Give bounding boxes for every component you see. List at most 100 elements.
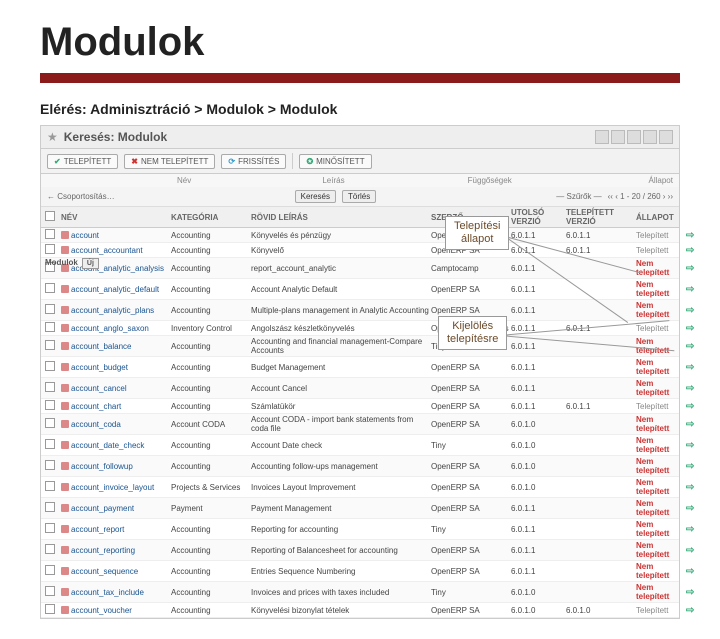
install-arrow-icon[interactable]: ⇨ (686, 524, 702, 535)
install-arrow-icon[interactable]: ⇨ (686, 383, 702, 394)
install-arrow-icon[interactable]: ⇨ (686, 587, 702, 598)
row-checkbox[interactable] (45, 322, 55, 332)
table-row[interactable]: account_analytic_analysisAccountingrepor… (41, 258, 679, 279)
tool-icon[interactable] (627, 130, 641, 144)
star-icon[interactable]: ★ (47, 130, 58, 144)
tool-icon[interactable] (611, 130, 625, 144)
table-row[interactable]: account_voucherAccountingKönyvelési bizo… (41, 603, 679, 618)
tool-icon[interactable] (595, 130, 609, 144)
row-checkbox[interactable] (45, 361, 55, 371)
install-arrow-icon[interactable]: ⇨ (686, 341, 702, 352)
row-checkbox[interactable] (45, 460, 55, 470)
row-checkbox[interactable] (45, 604, 55, 614)
install-arrow-icon[interactable]: ⇨ (686, 566, 702, 577)
table-row[interactable]: account_analytic_defaultAccountingAccoun… (41, 279, 679, 300)
group-label[interactable]: ← Csoportosítás… (47, 192, 115, 201)
module-name[interactable]: account_analytic_plans (61, 306, 171, 315)
module-name[interactable]: account_balance (61, 342, 171, 351)
category-cell: Accounting (171, 567, 251, 576)
install-arrow-icon[interactable]: ⇨ (686, 605, 702, 616)
install-arrow-icon[interactable]: ⇨ (686, 323, 702, 334)
table-row[interactable]: account_invoice_layoutProjects & Service… (41, 477, 679, 498)
module-name[interactable]: account_cancel (61, 384, 171, 393)
install-arrow-icon[interactable]: ⇨ (686, 461, 702, 472)
search-button[interactable]: Keresés (295, 190, 336, 203)
module-name[interactable]: account_chart (61, 402, 171, 411)
install-arrow-icon[interactable]: ⇨ (686, 230, 702, 241)
module-name[interactable]: account_anglo_saxon (61, 324, 171, 333)
filter-not-installed[interactable]: ✖NEM TELEPÍTETT (124, 154, 215, 169)
module-name[interactable]: account_date_check (61, 441, 171, 450)
module-name[interactable]: account_sequence (61, 567, 171, 576)
module-name[interactable]: account (61, 231, 171, 240)
new-button[interactable]: Új (82, 258, 99, 269)
row-checkbox[interactable] (45, 244, 55, 254)
row-checkbox[interactable] (45, 586, 55, 596)
row-checkbox[interactable] (45, 304, 55, 314)
filter-installed[interactable]: ✔TELEPÍTETT (47, 154, 118, 169)
table-row[interactable]: account_codaAccount CODAAccount CODA - i… (41, 414, 679, 435)
row-checkbox[interactable] (45, 544, 55, 554)
module-name[interactable]: account_analytic_default (61, 285, 171, 294)
desc-cell: Invoices Layout Improvement (251, 483, 431, 492)
tool-icon[interactable] (643, 130, 657, 144)
module-name[interactable]: account_tax_include (61, 588, 171, 597)
module-name[interactable]: account_budget (61, 363, 171, 372)
select-all-checkbox[interactable] (45, 211, 55, 221)
table-row[interactable]: account_followupAccountingAccounting fol… (41, 456, 679, 477)
clear-button[interactable]: Törlés (342, 190, 376, 203)
install-arrow-icon[interactable]: ⇨ (686, 263, 702, 274)
tool-icon[interactable] (659, 130, 673, 144)
pager[interactable]: ‹‹ ‹ 1 - 20 / 260 › ›› (608, 192, 673, 201)
install-arrow-icon[interactable]: ⇨ (686, 482, 702, 493)
row-checkbox[interactable] (45, 382, 55, 392)
status-cell: Nem telepített (636, 436, 686, 454)
module-name[interactable]: account_payment (61, 504, 171, 513)
table-row[interactable]: account_date_checkAccountingAccount Date… (41, 435, 679, 456)
install-arrow-icon[interactable]: ⇨ (686, 362, 702, 373)
row-checkbox[interactable] (45, 340, 55, 350)
module-name[interactable]: account_accountant (61, 246, 171, 255)
install-arrow-icon[interactable]: ⇨ (686, 305, 702, 316)
install-arrow-icon[interactable]: ⇨ (686, 545, 702, 556)
install-arrow-icon[interactable]: ⇨ (686, 419, 702, 430)
row-checkbox[interactable] (45, 418, 55, 428)
install-arrow-icon[interactable]: ⇨ (686, 245, 702, 256)
install-arrow-icon[interactable]: ⇨ (686, 401, 702, 412)
row-checkbox[interactable] (45, 283, 55, 293)
table-row[interactable]: account_tax_includeAccountingInvoices an… (41, 582, 679, 603)
table-row[interactable]: account_reportAccountingReporting for ac… (41, 519, 679, 540)
table-row[interactable]: account_accountantAccountingKönyvelőOpen… (41, 243, 679, 258)
desc-cell: Accounting follow-ups management (251, 462, 431, 471)
table-row[interactable]: account_chartAccountingSzámlatükörOpenER… (41, 399, 679, 414)
install-arrow-icon[interactable]: ⇨ (686, 503, 702, 514)
row-checkbox[interactable] (45, 439, 55, 449)
row-checkbox[interactable] (45, 502, 55, 512)
filter-updates[interactable]: ⟳FRISSÍTÉS (221, 154, 286, 169)
module-name[interactable]: account_invoice_layout (61, 483, 171, 492)
row-checkbox[interactable] (45, 400, 55, 410)
table-row[interactable]: account_cancelAccountingAccount CancelOp… (41, 378, 679, 399)
module-name[interactable]: account_report (61, 525, 171, 534)
table-row[interactable]: accountAccountingKönyvelés és pénzügyOpe… (41, 228, 679, 243)
module-name[interactable]: account_reporting (61, 546, 171, 555)
module-name[interactable]: account_voucher (61, 606, 171, 615)
table-row[interactable]: account_analytic_plansAccountingMultiple… (41, 300, 679, 321)
table-row[interactable]: account_sequenceAccountingEntries Sequen… (41, 561, 679, 582)
module-name[interactable]: account_followup (61, 462, 171, 471)
table-row[interactable]: account_balanceAccountingAccounting and … (41, 336, 679, 357)
module-name[interactable]: account_coda (61, 420, 171, 429)
install-arrow-icon[interactable]: ⇨ (686, 284, 702, 295)
row-checkbox[interactable] (45, 229, 55, 239)
category-cell: Inventory Control (171, 324, 251, 333)
row-checkbox[interactable] (45, 481, 55, 491)
table-row[interactable]: account_budgetAccountingBudget Managemen… (41, 357, 679, 378)
install-arrow-icon[interactable]: ⇨ (686, 440, 702, 451)
sort-dropdown[interactable]: — Szűrők — (556, 192, 601, 201)
filter-certified[interactable]: ✪MINŐSÍTETT (299, 154, 371, 169)
table-row[interactable]: account_reportingAccountingReporting of … (41, 540, 679, 561)
table-row[interactable]: account_paymentPaymentPayment Management… (41, 498, 679, 519)
row-checkbox[interactable] (45, 565, 55, 575)
row-checkbox[interactable] (45, 523, 55, 533)
field-header: Név Leírás Függőségek Állapot (41, 174, 679, 187)
